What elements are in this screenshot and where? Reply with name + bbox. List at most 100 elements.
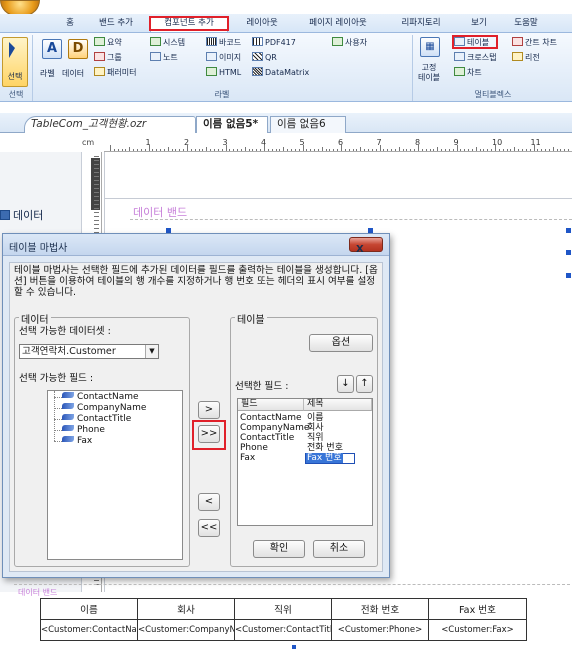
table-header-cell[interactable]: Fax 번호 <box>428 598 527 620</box>
selection-handle[interactable] <box>292 645 296 649</box>
grid-header-field[interactable]: 필드 <box>238 399 304 411</box>
user-component-button[interactable]: 사용자 <box>332 37 367 48</box>
table-data-cell[interactable]: <Customer:CompanyName> <box>137 619 235 641</box>
ruler-tick <box>402 149 404 151</box>
result-table[interactable]: 이름 회사 직위 전화 번호 Fax 번호 <Customer:ContactN… <box>40 598 527 641</box>
options-button[interactable]: 옵션 <box>309 334 373 352</box>
selection-handle[interactable] <box>566 273 571 278</box>
datamatrix-button[interactable]: DataMatrix <box>252 67 309 78</box>
table-header-cell[interactable]: 회사 <box>137 598 235 620</box>
grid-header-title[interactable]: 제목 <box>304 399 372 411</box>
table-header-cell[interactable]: 이름 <box>40 598 138 620</box>
grid-cell-title[interactable]: 전화 번호 <box>307 444 343 453</box>
ribbon-tab-add-band[interactable]: 밴드 추가 <box>92 17 140 32</box>
ruler-tick <box>375 149 377 151</box>
tree-line <box>54 430 62 431</box>
grid-cell-title[interactable]: 회사 <box>307 424 324 433</box>
parameter-label: 패러미터 <box>107 68 137 77</box>
grid-cell-title-editor[interactable]: Fax 번호 <box>305 453 355 464</box>
ribbon-tab-add-component[interactable]: 컴포넌트 추가 <box>149 16 229 32</box>
fixed-table-button[interactable]: 고정 테이블 <box>414 63 444 83</box>
ruler-tick <box>510 149 512 151</box>
band-boundary <box>14 584 570 585</box>
doc-tab-untitled5[interactable]: 이름 없음5* <box>196 116 268 133</box>
ruler-tick <box>502 149 504 151</box>
available-fields-list[interactable]: ContactName CompanyName ContactTitle Pho… <box>47 390 183 560</box>
data-band-side-label[interactable]: 데이터 <box>0 207 82 223</box>
add-field-button[interactable]: > <box>198 401 220 419</box>
gantt-chart-button[interactable]: 간트 차트 <box>512 37 557 48</box>
html-icon <box>206 67 217 76</box>
dialog-title-bar[interactable]: 테이블 마법사 X <box>3 234 389 256</box>
chart-button[interactable]: 차트 <box>454 67 482 78</box>
grid-cell-field[interactable]: ContactTitle <box>240 434 294 443</box>
qr-button[interactable]: QR <box>252 52 277 63</box>
band-boundary <box>130 219 572 220</box>
doc-tab-untitled6[interactable]: 이름 없음6 <box>270 116 346 133</box>
note-button[interactable]: 노트 <box>150 52 178 63</box>
ruler-tick <box>479 149 481 151</box>
select-tool-label: 선택 <box>7 72 23 81</box>
grid-cell-field[interactable]: Fax <box>240 454 255 463</box>
image-button[interactable]: 이미지 <box>206 52 241 63</box>
grid-cell-field[interactable]: Phone <box>240 444 268 453</box>
move-up-button[interactable]: ↑ <box>356 375 373 393</box>
grid-cell-title[interactable]: 이름 <box>307 414 324 423</box>
remove-all-fields-button[interactable]: << <box>198 519 220 537</box>
list-item[interactable]: ContactName <box>62 392 139 402</box>
ribbon-tab-repository[interactable]: 리파지토리 <box>396 17 446 32</box>
barcode-button[interactable]: 바코드 <box>206 37 241 48</box>
summary-button[interactable]: 요약 <box>94 37 122 48</box>
move-down-button[interactable]: ↓ <box>337 375 354 393</box>
list-item[interactable]: CompanyName <box>62 403 146 413</box>
list-item[interactable]: Fax <box>62 436 92 446</box>
doc-tab-tablecom[interactable]: TableCom_고객현황.ozr <box>24 116 196 133</box>
group-button[interactable]: 그룹 <box>94 52 122 63</box>
list-item[interactable]: Phone <box>62 425 105 435</box>
table-header-cell[interactable]: 전화 번호 <box>331 598 429 620</box>
close-button[interactable]: X <box>349 237 383 255</box>
group-label-label: 라벨 <box>214 90 230 99</box>
parameter-button[interactable]: 패러미터 <box>94 67 136 78</box>
ruler-tick <box>210 149 212 151</box>
ruler-tick <box>360 147 362 151</box>
ruler-tick <box>175 149 177 151</box>
grid-cell-field[interactable]: CompanyName <box>240 424 309 433</box>
pdf417-button[interactable]: PDF417 <box>252 37 296 48</box>
table-data-cell[interactable]: <Customer:Fax> <box>428 619 527 641</box>
label-component-button[interactable]: 라벨 <box>40 69 55 79</box>
ribbon-tab-view[interactable]: 보기 <box>466 17 492 32</box>
cancel-button[interactable]: 취소 <box>313 540 365 558</box>
ribbon-tab-home[interactable]: 홈 <box>60 17 80 32</box>
html-button[interactable]: HTML <box>206 67 241 78</box>
select-tool-button[interactable]: 선택 <box>2 37 28 87</box>
table-header-cell[interactable]: 직위 <box>234 598 332 620</box>
horizontal-ruler: 1 2 3 4 5 6 7 8 9 10 11 <box>104 138 572 152</box>
table-data-cell[interactable]: <Customer:ContactTitle> <box>234 619 332 641</box>
list-item[interactable]: ContactTitle <box>62 414 131 424</box>
table-data-cell[interactable]: <Customer:Phone> <box>331 619 429 641</box>
ruler-tick <box>471 149 473 151</box>
ok-button[interactable]: 확인 <box>253 540 305 558</box>
grid-cell-title[interactable]: 직위 <box>307 434 324 443</box>
table-section-title: 테이블 <box>235 311 267 326</box>
data-component-button[interactable]: 데이터 <box>62 69 84 79</box>
grid-cell-field[interactable]: ContactName <box>240 414 302 423</box>
ribbon-tab-help[interactable]: 도움말 <box>508 17 544 32</box>
ribbon-tab-layout[interactable]: 레이아웃 <box>240 17 284 32</box>
ruler-tick <box>133 149 135 151</box>
user-component-icon <box>332 37 343 46</box>
ruler-tick <box>94 168 99 169</box>
crosstab-button[interactable]: 크로스탭 <box>454 52 496 63</box>
ribbon-tab-page-layout[interactable]: 페이지 레이아웃 <box>302 17 374 32</box>
selection-handle[interactable] <box>566 228 571 233</box>
system-button[interactable]: 시스템 <box>150 37 185 48</box>
image-label: 이미지 <box>219 53 242 62</box>
selection-handle[interactable] <box>566 250 571 255</box>
table-data-cell[interactable]: <Customer:ContactName> <box>40 619 138 641</box>
dataset-select[interactable]: 고객연락처.Customer ▼ <box>19 344 159 359</box>
ruler-tick <box>167 147 169 151</box>
remove-field-button[interactable]: < <box>198 493 220 511</box>
region-button[interactable]: 리전 <box>512 52 540 63</box>
selected-fields-grid[interactable]: 필드 제목 ContactName 이름 CompanyName 회사 Cont… <box>237 398 373 526</box>
